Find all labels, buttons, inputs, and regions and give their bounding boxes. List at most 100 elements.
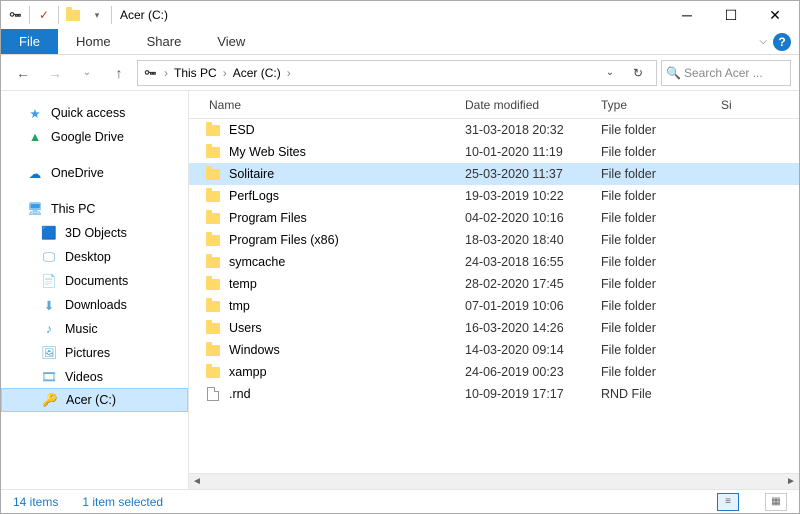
search-placeholder: Search Acer ... [684,66,763,80]
cube-icon: 🟦 [41,225,57,241]
sidebar-item-acer-c-[interactable]: 🔑Acer (C:) [1,388,188,412]
chevron-right-icon[interactable]: › [285,66,293,80]
file-name: xampp [229,365,465,379]
file-tab[interactable]: File [1,29,58,54]
sidebar-item-desktop[interactable]: 🖵Desktop [1,245,188,269]
table-row[interactable]: ESD31-03-2018 20:32File folder [189,119,799,141]
chevron-right-icon[interactable]: › [162,66,170,80]
sidebar-item-google-drive[interactable]: ▲Google Drive [1,125,188,149]
file-list-pane: Name Date modified Type Si ESD31-03-2018… [189,91,799,489]
downloads-icon: ⬇ [41,297,57,313]
file-type: File folder [601,321,721,335]
back-button[interactable]: ← [9,60,37,86]
table-row[interactable]: PerfLogs19-03-2019 10:22File folder [189,185,799,207]
folder-icon [205,122,221,138]
table-row[interactable]: Users16-03-2020 14:26File folder [189,317,799,339]
file-name: Users [229,321,465,335]
column-size[interactable]: Si [721,98,799,112]
table-row[interactable]: Windows14-03-2020 09:14File folder [189,339,799,361]
file-type: File folder [601,299,721,313]
sidebar-item-downloads[interactable]: ⬇Downloads [1,293,188,317]
recent-dropdown[interactable]: ⌄ [73,60,101,86]
folder-icon [205,342,221,358]
file-name: tmp [229,299,465,313]
horizontal-scrollbar[interactable]: ◄ ► [189,473,799,489]
folder-icon [205,188,221,204]
sidebar-item-3d-objects[interactable]: 🟦 3D Objects [1,221,188,245]
file-name: PerfLogs [229,189,465,203]
tab-home[interactable]: Home [58,29,129,54]
file-type: File folder [601,189,721,203]
sidebar-item-label: Videos [65,370,103,384]
table-row[interactable]: Program Files04-02-2020 10:16File folder [189,207,799,229]
sidebar-item-label: Desktop [65,250,111,264]
column-date[interactable]: Date modified [465,98,601,112]
collapse-ribbon-icon[interactable]: ⌵ [759,36,767,47]
scroll-right-icon[interactable]: ► [783,476,799,487]
qat-folder-icon[interactable] [65,7,81,23]
table-row[interactable]: tmp07-01-2019 10:06File folder [189,295,799,317]
file-date: 04-02-2020 10:16 [465,211,601,225]
chevron-right-icon[interactable]: › [221,66,229,80]
table-row[interactable]: temp28-02-2020 17:45File folder [189,273,799,295]
status-count: 14 items [13,495,58,509]
sidebar-item-pictures[interactable]: 🖼 Pictures [1,341,188,365]
file-type: RND File [601,387,721,401]
ribbon: File Home Share View ⌵ ? [1,29,799,55]
pictures-icon: 🖼 [41,345,57,361]
details-view-button[interactable]: ≡ [717,493,739,511]
sidebar-item-this-pc[interactable]: 🖥This PC [1,197,188,221]
file-icon [205,386,221,402]
sidebar-item-label: Pictures [65,346,110,360]
table-row[interactable]: My Web Sites10-01-2020 11:19File folder [189,141,799,163]
file-type: File folder [601,211,721,225]
qat-check-icon[interactable]: ✓ [36,7,52,23]
file-type: File folder [601,277,721,291]
sidebar-item-label: 3D Objects [65,226,127,240]
forward-button[interactable]: → [41,60,69,86]
scroll-left-icon[interactable]: ◄ [189,476,205,487]
breadcrumb[interactable]: This PC [170,66,221,80]
column-name[interactable]: Name [189,98,465,112]
app-icon [7,7,23,23]
folder-icon [205,210,221,226]
minimize-button[interactable]: ─ [665,1,709,29]
tab-share[interactable]: Share [129,29,200,54]
sidebar-item-documents[interactable]: 📄Documents [1,269,188,293]
sidebar-item-music[interactable]: ♪Music [1,317,188,341]
sidebar-item-videos[interactable]: 🎞Videos [1,365,188,389]
file-type: File folder [601,365,721,379]
table-row[interactable]: Program Files (x86)18-03-2020 18:40File … [189,229,799,251]
up-button[interactable]: ↑ [105,60,133,86]
column-type[interactable]: Type [601,98,721,112]
file-date: 28-02-2020 17:45 [465,277,601,291]
documents-icon: 📄 [41,273,57,289]
file-type: File folder [601,167,721,181]
file-date: 10-01-2020 11:19 [465,145,601,159]
file-type: File folder [601,123,721,137]
table-row[interactable]: .rnd10-09-2019 17:17RND File [189,383,799,405]
help-icon[interactable]: ? [773,33,791,51]
thumbnails-view-button[interactable]: ▦ [765,493,787,511]
file-date: 31-03-2018 20:32 [465,123,601,137]
maximize-button[interactable]: ☐ [709,1,753,29]
address-bar[interactable]: › This PC › Acer (C:) › ⌄ ↻ [137,60,657,86]
address-dropdown-icon[interactable]: ⌄ [596,67,624,78]
tab-view[interactable]: View [199,29,263,54]
table-row[interactable]: xampp24-06-2019 00:23File folder [189,361,799,383]
file-date: 24-06-2019 00:23 [465,365,601,379]
breadcrumb[interactable]: Acer (C:) [229,66,285,80]
refresh-button[interactable]: ↻ [624,66,652,80]
qat-dropdown-icon[interactable]: ▾ [89,7,105,23]
folder-icon [205,364,221,380]
sidebar-item-quick-access[interactable]: ★Quick access [1,101,188,125]
search-input[interactable]: 🔍 Search Acer ... [661,60,791,86]
file-type: File folder [601,233,721,247]
close-button[interactable]: ✕ [753,1,797,29]
file-date: 14-03-2020 09:14 [465,343,601,357]
table-row[interactable]: Solitaire25-03-2020 11:37File folder [189,163,799,185]
file-date: 25-03-2020 11:37 [465,167,601,181]
table-row[interactable]: symcache24-03-2018 16:55File folder [189,251,799,273]
sidebar-item-onedrive[interactable]: ☁OneDrive [1,161,188,185]
file-list: ESD31-03-2018 20:32File folderMy Web Sit… [189,119,799,473]
